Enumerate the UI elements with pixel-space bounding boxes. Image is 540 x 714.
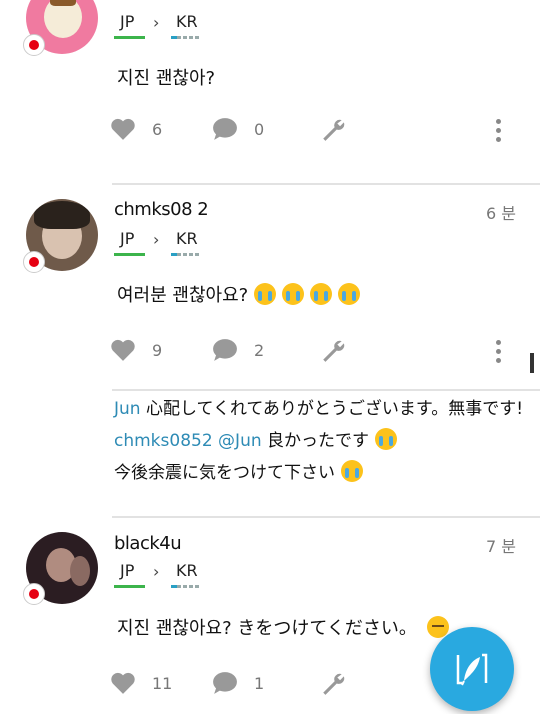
comment-count: 2 [254,340,265,360]
wrench-icon [320,671,346,697]
crying-face-icon [341,460,363,482]
comment-count: 1 [254,673,265,693]
chevron-right-icon: › [153,13,160,32]
correct-button[interactable] [320,671,346,697]
like-button[interactable]: 6 [110,117,162,141]
native-language: JP [120,229,135,248]
comment-text: 心配してくれてありがとうございます。無事です! [140,399,524,419]
language-pair: JP › KR [114,229,214,256]
post-actions: 9 2 [0,338,540,368]
like-count: 9 [152,340,163,360]
post-text: 지진 괜찮아요? きをつけてください。 [117,614,449,640]
heart-icon [110,338,136,362]
comment-button[interactable]: 0 [212,117,264,141]
crying-face-icon [254,283,277,305]
divider [112,389,540,391]
username[interactable]: black4u [114,533,182,554]
username[interactable]: chmks08 2 [114,199,209,220]
divider [112,183,540,185]
chevron-right-icon: › [153,230,160,249]
crying-face-icon [338,283,361,305]
post-text-body: 지진 괜찮아요? きをつけてください。 [117,618,417,639]
comment-text: 良かったです [261,431,370,451]
heart-icon [110,671,136,695]
correct-button[interactable] [320,117,346,143]
speech-bubble-icon [212,338,238,362]
country-flag-icon [23,251,45,273]
more-vertical-icon[interactable] [496,340,504,367]
comment: chmks0852 @Jun 良かったです [114,428,524,453]
feather-pen-icon [450,647,494,695]
country-flag-icon [23,34,45,56]
speech-bubble-icon [212,117,238,141]
language-pair: JP › KR [114,12,214,39]
like-button[interactable]: 9 [110,338,162,362]
like-count: 6 [152,119,163,139]
wrench-icon [320,117,346,143]
more-vertical-icon[interactable] [496,119,504,146]
native-language: JP [120,561,135,580]
post-actions: 6 0 [0,117,540,147]
post-time: 6 분 [486,204,516,223]
crying-face-icon [375,428,398,450]
post-text: 지진 괜찮아? [117,68,216,89]
comment-username[interactable]: chmks0852 @Jun [114,431,262,451]
native-language: JP [120,12,135,31]
correct-button[interactable] [320,338,346,364]
wrench-icon [320,338,346,364]
comment: 今後余震に気をつけて下さい [114,460,524,485]
comment: Jun 心配してくれてありがとうございます。無事です! [114,397,524,421]
chevron-right-icon: › [153,562,160,581]
crying-face-icon [282,283,305,305]
post-text-body: 여러분 괜찮아요? [117,285,249,306]
divider [112,516,540,518]
post-time: 7 분 [486,537,516,556]
learning-language: KR [176,561,198,580]
comment-count: 0 [254,119,265,139]
post-text: 여러분 괜찮아요? [117,281,361,307]
country-flag-icon [23,583,45,605]
learning-language: KR [176,12,198,31]
like-count: 11 [152,673,173,693]
crying-face-icon [310,283,333,305]
scrollbar[interactable] [530,353,534,373]
comment-thread: Jun 心配してくれてありがとうございます。無事です! chmks0852 @J… [114,397,524,492]
comment-username[interactable]: Jun [114,399,141,419]
like-button[interactable]: 11 [110,671,172,695]
heart-icon [110,117,136,141]
learning-language: KR [176,229,198,248]
speech-bubble-icon [212,671,238,695]
compose-post-button[interactable] [430,627,514,711]
language-pair: JP › KR [114,561,214,588]
comment-text: 今後余震に気をつけて下さい [114,463,335,483]
comment-button[interactable]: 1 [212,671,264,695]
comment-button[interactable]: 2 [212,338,264,362]
